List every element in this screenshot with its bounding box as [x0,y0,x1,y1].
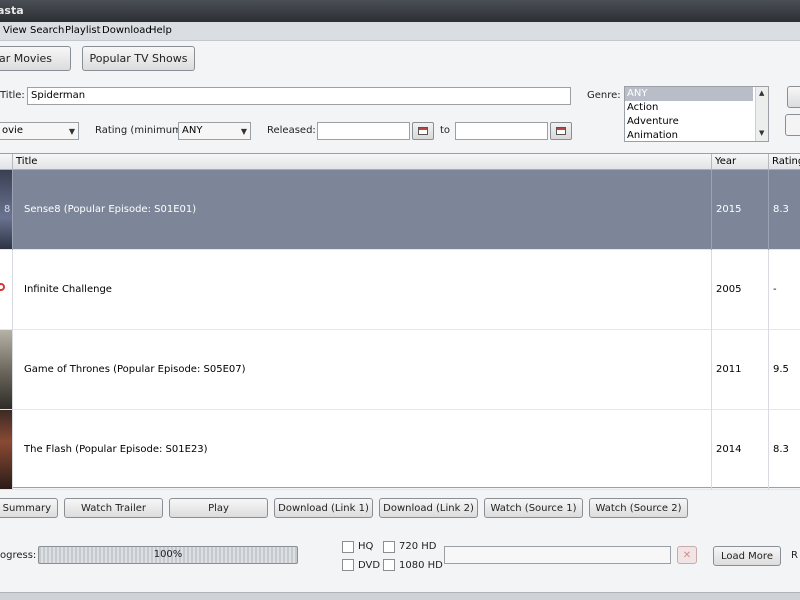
genre-listbox[interactable]: ANY Action Adventure Animation ▲ ▼ [624,86,769,142]
scroll-up-icon[interactable]: ▲ [759,89,764,97]
table-row[interactable]: Game of Thrones (Popular Episode: S05E07… [0,330,800,410]
rating-label: Rating (minimum): [95,125,190,136]
url-input[interactable] [444,546,671,564]
table-row[interactable]: 8 Sense8 (Popular Episode: S01E01) 2015 … [0,170,800,250]
menu-bar: View Search Playlist Download Help [0,22,800,41]
rating-select[interactable]: ANY ▼ [178,122,251,140]
released-label: Released: [267,125,316,136]
to-label: to [440,125,451,136]
scroll-down-icon[interactable]: ▼ [759,129,764,137]
row-rating: 8.3 [773,204,789,215]
summary-button[interactable]: Summary [0,498,58,518]
1080hd-label: 1080 HD [399,560,443,571]
row-rating: 8.3 [773,444,789,455]
720hd-checkbox[interactable] [383,541,395,553]
play-button[interactable]: Play [169,498,268,518]
calendar-icon [556,127,566,135]
row-year: 2005 [716,284,742,295]
row-title: The Flash (Popular Episode: S01E23) [24,444,208,455]
row-rating: - [773,284,777,295]
menu-view[interactable]: View [3,25,27,36]
row-year: 2015 [716,204,742,215]
chevron-down-icon: ▼ [240,127,247,136]
rating-select-value: ANY [182,125,203,136]
calendar-to-button[interactable] [550,122,572,140]
calendar-from-button[interactable] [412,122,434,140]
row-year: 2011 [716,364,742,375]
table-header: Title Year Rating [0,154,800,170]
trailing-label: R [791,550,798,561]
popular-tv-shows-button[interactable]: Popular TV Shows [82,46,195,71]
genre-option[interactable]: Action [625,101,768,115]
download-link2-button[interactable]: Download (Link 2) [379,498,478,518]
clear-button[interactable]: ✕ [677,546,697,564]
genre-scrollbar[interactable]: ▲ ▼ [755,87,768,141]
watch-trailer-button[interactable]: Watch Trailer [64,498,163,518]
row-title: Infinite Challenge [24,284,112,295]
watch-source2-button[interactable]: Watch (Source 2) [589,498,688,518]
progress-label: ogress: [0,550,37,561]
close-icon: ✕ [682,549,692,561]
popular-movies-button[interactable]: ular Movies [0,46,71,71]
download-link1-button[interactable]: Download (Link 1) [274,498,373,518]
title-bar: asta [0,0,800,22]
title-search-input[interactable]: Spiderman [27,87,571,105]
progress-bar: 100% [38,546,298,564]
menu-download[interactable]: Download [102,25,152,36]
dvd-label: DVD [358,560,381,571]
chevron-down-icon: ▼ [68,127,75,136]
dvd-checkbox[interactable] [342,559,354,571]
status-bar [0,592,800,600]
row-title: Game of Thrones (Popular Episode: S05E07… [24,364,246,375]
genre-label: Genre: [587,90,621,101]
menu-search[interactable]: Search [30,25,64,36]
1080hd-checkbox[interactable] [383,559,395,571]
load-more-button[interactable]: Load More [713,546,781,566]
genre-option[interactable]: Animation [625,129,768,141]
released-to-input[interactable] [455,122,548,140]
column-year[interactable]: Year [715,156,736,167]
table-row[interactable]: The Flash (Popular Episode: S01E23) 2014… [0,410,800,490]
title-label: Title: [0,90,25,101]
search-button[interactable] [787,86,800,108]
results-table: Title Year Rating 8 Sense8 (Popular Epis… [0,153,800,490]
type-select[interactable]: ovie ▼ [0,122,79,140]
genre-option[interactable]: Adventure [625,115,768,129]
column-title[interactable]: Title [16,156,37,167]
row-year: 2014 [716,444,742,455]
column-rating[interactable]: Rating [772,156,800,167]
type-select-value: ovie [2,125,23,136]
window-title: asta [0,4,24,17]
hq-checkbox[interactable] [342,541,354,553]
progress-text: 100% [153,549,183,560]
menu-playlist[interactable]: Playlist [65,25,101,36]
row-title: Sense8 (Popular Episode: S01E01) [24,204,197,215]
calendar-icon [418,127,428,135]
reset-button[interactable] [785,114,800,136]
watch-source1-button[interactable]: Watch (Source 1) [484,498,583,518]
row-rating: 9.5 [773,364,789,375]
720hd-label: 720 HD [399,541,437,552]
hq-label: HQ [358,541,374,552]
table-row[interactable]: Infinite Challenge 2005 - [0,250,800,330]
menu-help[interactable]: Help [149,25,172,36]
genre-option[interactable]: ANY [625,87,753,101]
released-from-input[interactable] [317,122,410,140]
